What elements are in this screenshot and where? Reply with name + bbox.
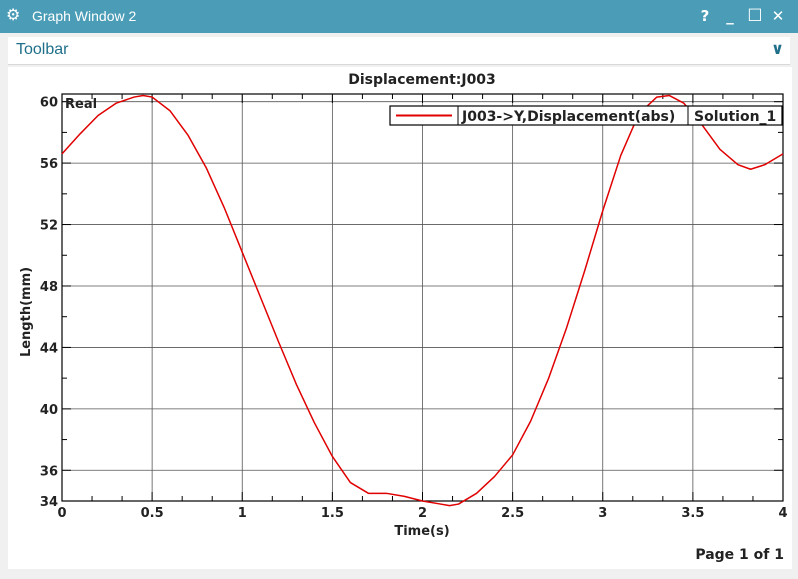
x-tick-label: 0 [57, 506, 66, 521]
legend-entry: J003->Y,Displacement(abs) [461, 109, 675, 125]
close-button[interactable]: ✕ [768, 5, 788, 27]
y-tick-label: 34 [40, 495, 58, 510]
chart-title: Displacement:J003 [348, 72, 496, 88]
x-tick-label: 2 [418, 506, 427, 521]
chart-panel: Displacement:J003 Length(mm) Time(s) Pag… [8, 67, 792, 569]
x-tick-label: 2.5 [501, 506, 524, 521]
help-button[interactable]: ? [695, 5, 715, 27]
window-title: Graph Window 2 [32, 8, 137, 24]
x-tick-label: 1 [238, 506, 247, 521]
x-tick-label: 1.5 [321, 506, 344, 521]
y-tick-label: 44 [40, 341, 58, 356]
y-tick-label: 48 [40, 280, 58, 295]
y-tick-label: 56 [40, 157, 58, 172]
x-tick-label: 3.5 [681, 506, 704, 521]
page-indicator: Page 1 of 1 [695, 547, 784, 563]
y-tick-label: 60 [40, 96, 58, 111]
maximize-button[interactable]: ☐ [745, 5, 765, 27]
x-axis-label: Time(s) [394, 524, 449, 539]
y-axis-label: Length(mm) [19, 267, 34, 357]
toolbar-label: Toolbar [16, 41, 69, 58]
x-tick-label: 0.5 [141, 506, 164, 521]
x-tick-label: 4 [778, 506, 787, 521]
chart-svg: Displacement:J003 Length(mm) Time(s) Pag… [19, 72, 788, 563]
y-tick-label: 36 [40, 464, 58, 479]
y-tick-label: 52 [40, 219, 58, 234]
corner-label: Real [65, 97, 97, 112]
x-tick-label: 3 [598, 506, 607, 521]
toolbar-panel: Toolbar ∨ [8, 37, 790, 65]
minimize-button[interactable]: _ [720, 5, 740, 27]
legend-tag: Solution_1 [694, 109, 776, 125]
gear-icon[interactable]: ⚙ [6, 6, 24, 24]
chevron-down-icon[interactable]: ∨ [771, 39, 784, 58]
y-tick-label: 40 [40, 403, 58, 418]
title-bar: ⚙ Graph Window 2 ? _ ☐ ✕ [0, 0, 798, 33]
